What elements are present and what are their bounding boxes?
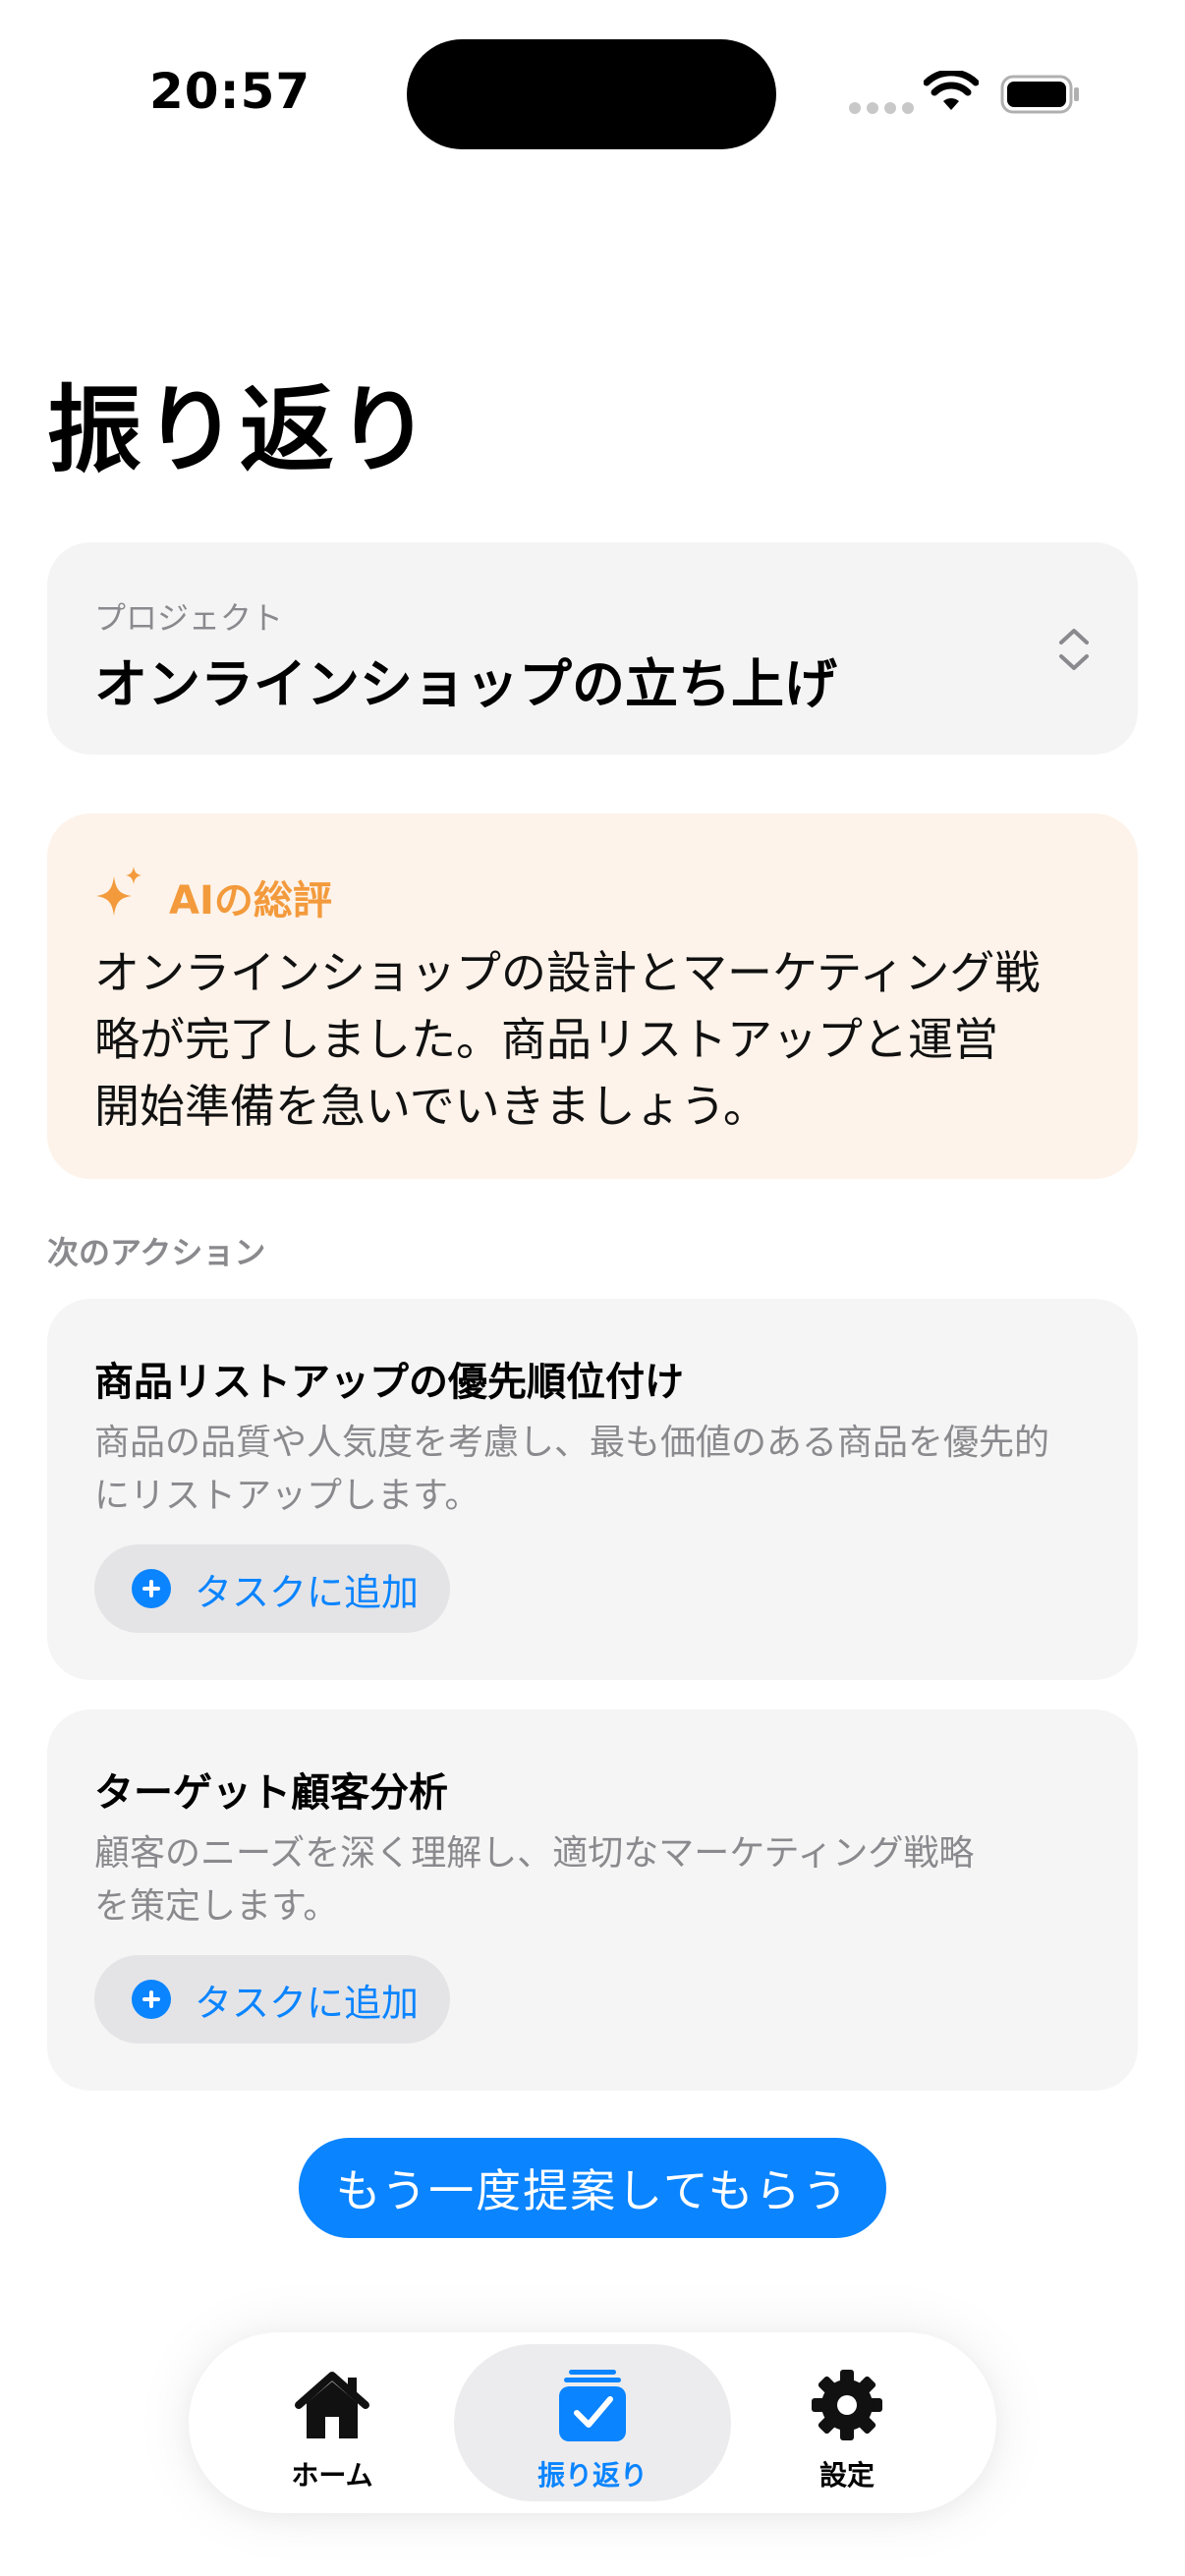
tab-home[interactable]: ホーム bbox=[244, 2344, 421, 2501]
add-task-button[interactable]: タスクに追加 bbox=[94, 1544, 450, 1633]
action-title: ターゲット顧客分析 bbox=[94, 1770, 448, 1816]
project-selector[interactable]: プロジェクト オンラインショップの立ち上げ bbox=[47, 542, 1138, 755]
cellular-signal-icon bbox=[849, 102, 914, 114]
tab-label: ホーム bbox=[291, 2459, 373, 2492]
wifi-icon bbox=[924, 71, 979, 110]
battery-icon bbox=[1000, 75, 1079, 114]
project-label: プロジェクト bbox=[94, 599, 284, 637]
action-description-line: にリストアップします。 bbox=[94, 1476, 480, 1516]
action-card: ターゲット顧客分析 顧客のニーズを深く理解し、適切なマーケティング戦略 を策定し… bbox=[47, 1709, 1138, 2091]
tab-label: 設定 bbox=[818, 2459, 875, 2492]
ai-summary-line: オンラインショップの設計とマーケティング戦 bbox=[94, 946, 1041, 999]
gear-icon bbox=[812, 2370, 882, 2440]
ai-summary-card: AIの総評 オンラインショップの設計とマーケティング戦 略が完了しました。商品リ… bbox=[47, 813, 1138, 1179]
action-description-line: 商品の品質や人気度を考慮し、最も価値のある商品を優先的 bbox=[94, 1423, 1050, 1463]
add-task-button[interactable]: タスクに追加 bbox=[94, 1955, 450, 2044]
review-screen: 20:57 振り返り プロジェクト オンラインショップの立ち上げ AIの総評 オ… bbox=[0, 0, 1185, 2576]
ai-summary-text: オンラインショップの設計とマーケティング戦 略が完了しました。商品リストアップと… bbox=[94, 939, 1106, 1140]
action-description: 顧客のニーズを深く理解し、適切なマーケティング戦略 を策定します。 bbox=[94, 1827, 1087, 1933]
action-description-line: を策定します。 bbox=[94, 1886, 339, 1927]
add-task-label: タスクに追加 bbox=[195, 1981, 420, 2025]
page-title: 振り返り bbox=[47, 375, 432, 485]
action-card: 商品リストアップの優先順位付け 商品の品質や人気度を考慮し、最も価値のある商品を… bbox=[47, 1299, 1138, 1680]
action-description-line: 顧客のニーズを深く理解し、適切なマーケティング戦略 bbox=[94, 1833, 975, 1874]
sparkle-icon bbox=[96, 867, 141, 916]
ai-summary-line: 略が完了しました。商品リストアップと運営 bbox=[94, 1013, 998, 1066]
project-name: オンラインショップの立ち上げ bbox=[94, 653, 837, 715]
next-actions-label: 次のアクション bbox=[47, 1234, 266, 1271]
add-task-label: タスクに追加 bbox=[195, 1570, 420, 1614]
ai-summary-title: AIの総評 bbox=[169, 878, 332, 924]
dynamic-island bbox=[407, 39, 776, 149]
tab-label: 振り返り bbox=[536, 2459, 648, 2492]
tab-settings[interactable]: 設定 bbox=[759, 2344, 935, 2501]
house-icon bbox=[295, 2372, 369, 2438]
tab-bar: ホーム 振り返り 設定 bbox=[189, 2332, 996, 2513]
plus-circle-icon bbox=[132, 1980, 171, 2019]
action-title: 商品リストアップの優先順位付け bbox=[94, 1360, 684, 1405]
chevron-up-down-icon bbox=[1059, 629, 1089, 670]
status-time: 20:57 bbox=[149, 63, 311, 120]
plus-circle-icon bbox=[132, 1569, 171, 1608]
tab-review[interactable]: 振り返り bbox=[454, 2344, 731, 2501]
retry-suggestion-button[interactable]: もう一度提案してもらう bbox=[299, 2138, 886, 2238]
action-description: 商品の品質や人気度を考慮し、最も価値のある商品を優先的 にリストアップします。 bbox=[94, 1417, 1087, 1523]
ai-summary-line: 開始準備を急いでいきましょう。 bbox=[94, 1080, 768, 1133]
checklist-icon bbox=[559, 2370, 626, 2441]
